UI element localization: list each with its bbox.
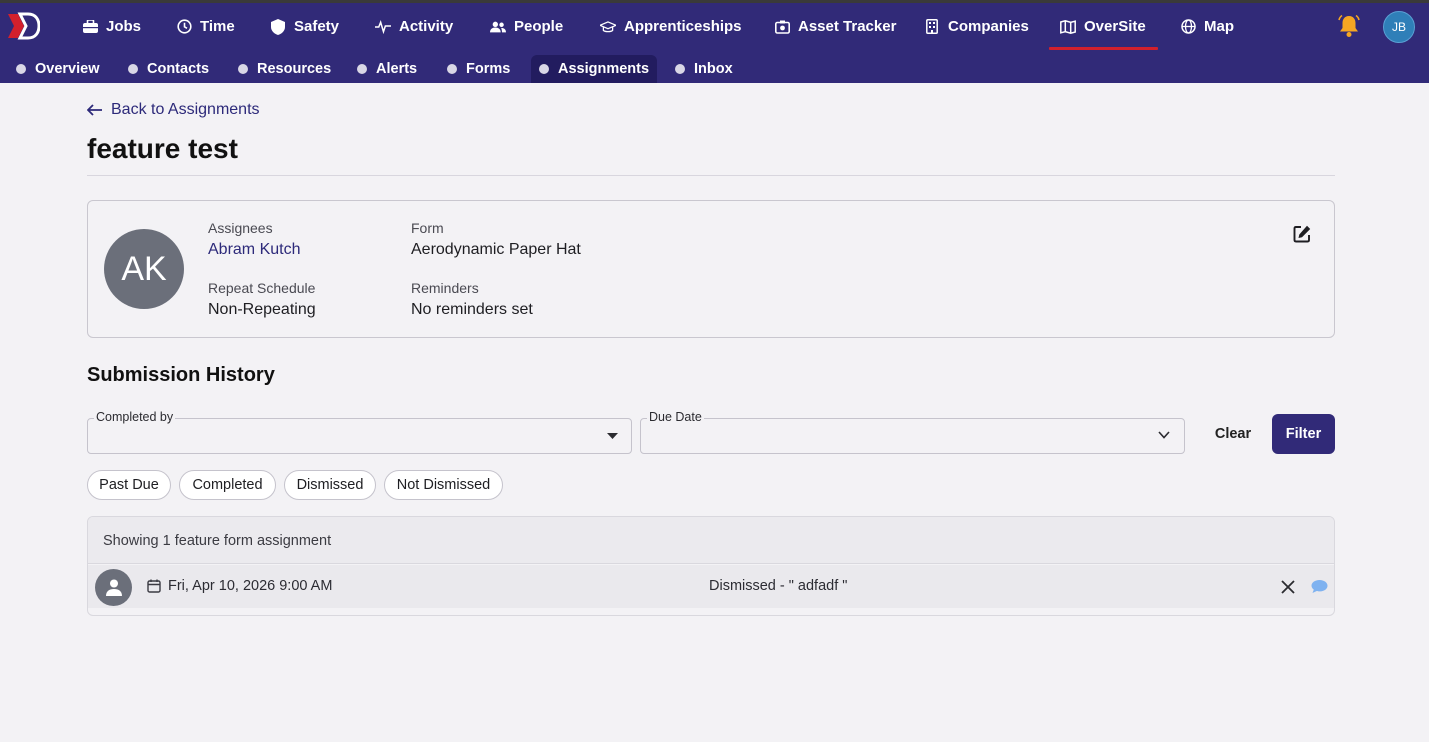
user-icon [105,579,122,596]
nav-item-label: Activity [399,18,454,35]
assignee-avatar: AK [104,229,184,309]
chevron-down-icon [1158,431,1170,439]
completed-by-select[interactable]: Completed by [87,410,632,454]
due-date-select[interactable]: Due Date [640,410,1185,454]
avatar [95,569,132,606]
submission-history-title: Submission History [87,364,275,386]
repeat-schedule-label: Repeat Schedule [208,280,316,296]
form-value: Aerodynamic Paper Hat [411,241,581,258]
completed-by-label: Completed by [94,410,176,424]
assignment-details-card: AK Assignees Abram Kutch Form Aerodynami… [87,200,1335,338]
submission-table: Showing 1 feature form assignment Fri, A… [87,516,1335,616]
nav-item-label: Companies [948,18,1029,35]
chip-not-dismissed[interactable]: Not Dismissed [384,470,503,500]
briefcase-icon [82,19,98,35]
dot-icon [675,64,685,74]
nav-item-map[interactable]: Map [1180,3,1234,50]
tab-alerts[interactable]: Alerts [349,55,425,83]
calendar-icon [147,579,161,593]
nav-item-asset-tracker[interactable]: Asset Tracker [774,3,896,50]
nav-item-people[interactable]: People [490,3,563,50]
sub-nav: Overview Contacts Resources Alerts Forms… [0,50,1429,83]
chip-past-due[interactable]: Past Due [87,470,171,500]
nav-item-safety[interactable]: Safety [270,3,339,50]
nav-item-label: People [514,18,564,35]
building-icon [924,19,940,35]
arrow-left-icon [87,104,102,116]
row-status: Dismissed - " adfadf " [709,578,848,594]
nav-item-companies[interactable]: Companies [924,3,1029,50]
row-due-date: Fri, Apr 10, 2026 9:00 AM [168,578,333,594]
form-label: Form [411,220,444,236]
tab-inbox[interactable]: Inbox [667,55,741,83]
tab-label: Overview [35,61,100,77]
clear-button[interactable]: Clear [1207,414,1259,454]
nav-item-label: Jobs [106,18,142,35]
close-icon[interactable] [1280,579,1296,595]
nav-item-oversite[interactable]: OverSite [1049,3,1158,50]
company-logo-icon[interactable] [6,12,40,40]
nav-item-time[interactable]: Time [176,3,235,50]
reminders-value: No reminders set [411,301,533,318]
nav-item-apprenticeships[interactable]: Apprenticeships [600,3,742,50]
tab-label: Inbox [694,61,733,77]
people-icon [490,19,506,35]
comment-icon[interactable] [1311,579,1328,594]
assignee-link[interactable]: Abram Kutch [208,241,300,259]
nav-item-label: Asset Tracker [798,18,897,35]
dot-icon [447,64,457,74]
repeat-schedule-value: Non-Repeating [208,301,316,318]
nav-item-label: Safety [294,18,340,35]
chip-completed[interactable]: Completed [179,470,276,500]
notifications-bell-icon[interactable] [1338,14,1360,38]
dot-icon [238,64,248,74]
due-date-label: Due Date [647,410,704,424]
caret-down-icon [607,433,618,439]
nav-item-label: Time [200,18,235,35]
assignees-label: Assignees [208,220,273,236]
tab-resources[interactable]: Resources [230,55,339,83]
dot-icon [539,64,549,74]
edit-icon[interactable] [1292,224,1312,244]
table-header: Showing 1 feature form assignment [88,517,1334,564]
tab-label: Assignments [558,61,650,77]
clock-icon [176,19,192,35]
chip-dismissed[interactable]: Dismissed [284,470,376,500]
map-fold-icon [1060,19,1076,35]
divider [87,175,1335,176]
nav-item-jobs[interactable]: Jobs [82,3,141,50]
nav-item-activity[interactable]: Activity [375,3,453,50]
tab-contacts[interactable]: Contacts [120,55,217,83]
tab-assignments[interactable]: Assignments [531,55,658,83]
filter-button[interactable]: Filter [1272,414,1335,454]
nav-item-label: OverSite [1084,18,1146,35]
globe-icon [1180,19,1196,35]
tab-label: Resources [257,61,332,77]
tab-forms[interactable]: Forms [439,55,518,83]
shield-icon [270,18,286,35]
back-to-assignments-link[interactable]: Back to Assignments [87,101,260,119]
nav-item-label: Apprenticeships [624,18,742,35]
table-row[interactable]: Fri, Apr 10, 2026 9:00 AM Dismissed - " … [88,565,1334,608]
reminders-label: Reminders [411,280,479,296]
user-avatar[interactable]: JB [1383,11,1415,43]
back-link-label: Back to Assignments [111,101,260,118]
nav-item-label: Map [1204,18,1234,35]
showing-count-text: Showing 1 feature form assignment [103,533,332,549]
tab-label: Contacts [147,61,210,77]
dot-icon [16,64,26,74]
dot-icon [128,64,138,74]
asset-icon [774,19,790,35]
top-nav: Jobs Time Safety Activity People Apprent… [0,0,1429,50]
tab-overview[interactable]: Overview [8,55,108,83]
page-title: feature test [87,133,238,164]
tab-label: Forms [466,61,511,77]
activity-icon [375,19,391,35]
tab-label: Alerts [376,61,418,77]
graduation-cap-icon [600,19,616,35]
dot-icon [357,64,367,74]
